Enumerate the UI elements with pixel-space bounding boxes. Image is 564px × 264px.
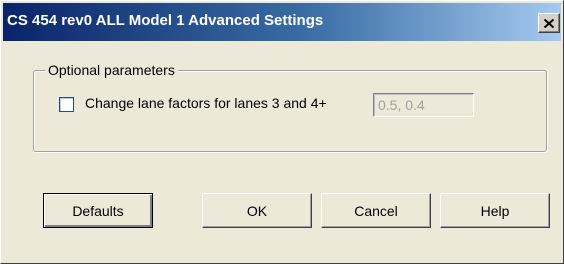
change-lane-factors-checkbox[interactable]: [59, 97, 74, 112]
change-lane-factors-label[interactable]: Change lane factors for lanes 3 and 4+: [85, 95, 327, 111]
lane-factors-input[interactable]: 0.5, 0.4: [373, 93, 474, 117]
ok-button-label: OK: [246, 202, 268, 219]
cancel-button-label: Cancel: [354, 202, 398, 219]
optional-parameters-legend: Optional parameters: [45, 62, 178, 78]
close-button[interactable]: [538, 13, 560, 33]
window-title: CS 454 rev0 ALL Model 1 Advanced Setting…: [7, 12, 324, 29]
close-icon: [543, 18, 555, 28]
defaults-button-label: Defaults: [72, 202, 124, 219]
title-bar[interactable]: CS 454 rev0 ALL Model 1 Advanced Setting…: [3, 3, 561, 41]
defaults-button[interactable]: Defaults: [43, 193, 153, 228]
dialog-window: CS 454 rev0 ALL Model 1 Advanced Setting…: [0, 0, 564, 264]
ok-button[interactable]: OK: [202, 193, 312, 228]
cancel-button[interactable]: Cancel: [321, 193, 431, 228]
help-button-label: Help: [480, 202, 510, 219]
help-button[interactable]: Help: [440, 193, 550, 228]
